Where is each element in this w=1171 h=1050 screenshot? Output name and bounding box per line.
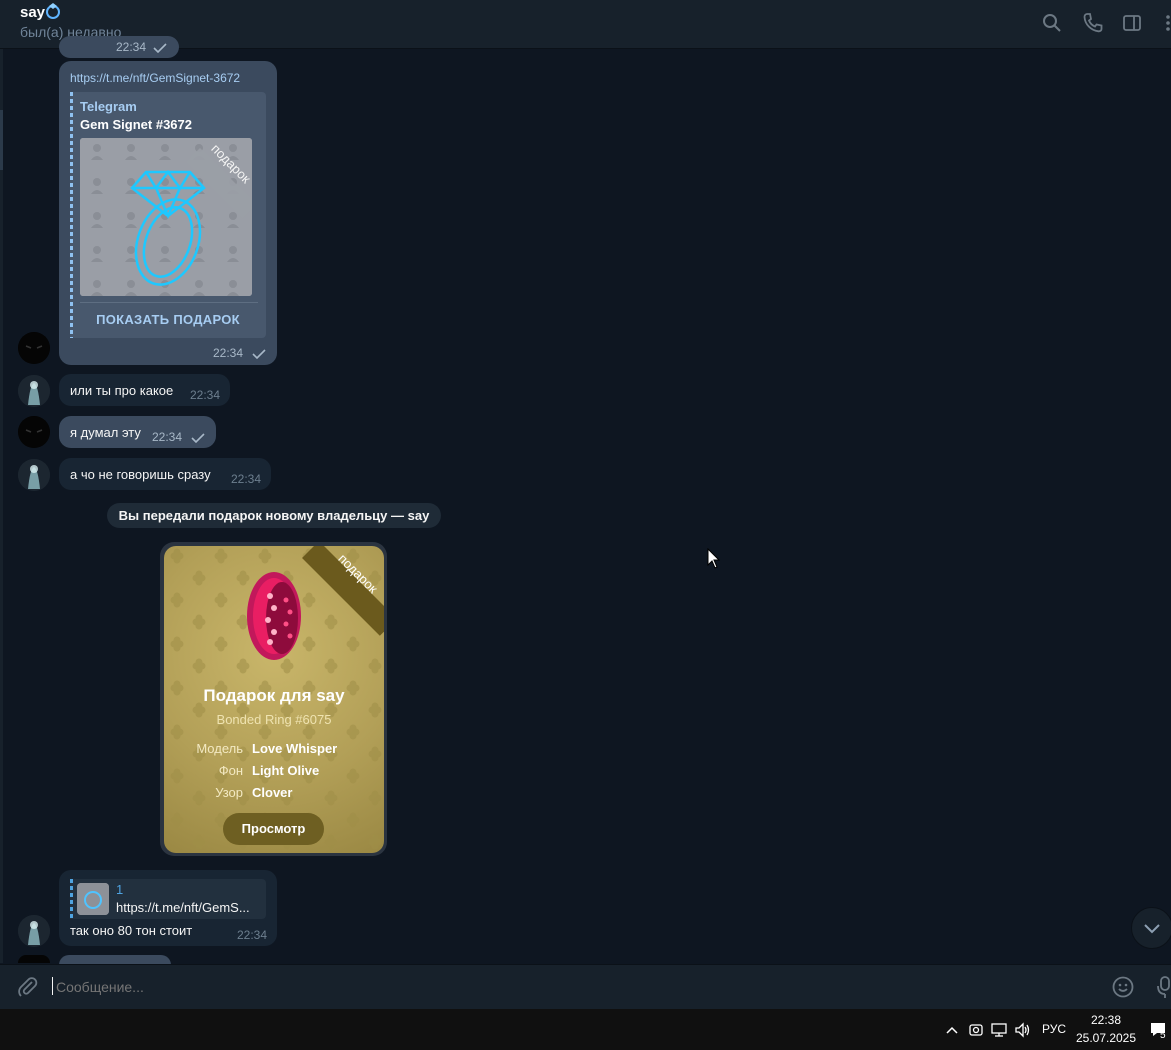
notification-count: 5 bbox=[1160, 1030, 1166, 1041]
ring-emoji-icon bbox=[46, 3, 60, 19]
avatar-image bbox=[18, 416, 50, 448]
message-time: 22:34 bbox=[116, 40, 147, 54]
avatar-image bbox=[18, 375, 50, 407]
phone-icon[interactable] bbox=[1081, 11, 1105, 35]
chevron-up-icon[interactable] bbox=[944, 1022, 960, 1038]
reply-snippet: https://t.me/nft/GemS... bbox=[116, 900, 250, 915]
read-check-icon bbox=[252, 349, 266, 359]
avatar[interactable] bbox=[18, 459, 50, 491]
message-text: так оно 80 тон стоит bbox=[70, 923, 193, 938]
left-panel-edge bbox=[0, 49, 3, 963]
mouse-cursor-icon bbox=[707, 548, 721, 569]
divider bbox=[80, 302, 258, 303]
clock-time[interactable]: 22:38 bbox=[1078, 1013, 1134, 1027]
avatar-image bbox=[18, 915, 50, 947]
attach-icon[interactable] bbox=[16, 975, 40, 999]
emoji-icon[interactable] bbox=[1111, 975, 1135, 999]
microphone-icon[interactable] bbox=[1153, 975, 1171, 999]
message-time: 22:34 bbox=[237, 928, 268, 942]
network-icon[interactable] bbox=[990, 1021, 1008, 1039]
avatar[interactable] bbox=[18, 375, 50, 407]
read-check-icon bbox=[153, 43, 167, 53]
clock-date[interactable]: 25.07.2025 bbox=[1074, 1031, 1138, 1045]
gift-attr-value-pattern: Clover bbox=[252, 785, 293, 800]
reply-thumbnail bbox=[77, 883, 109, 915]
scroll-down-button[interactable] bbox=[1131, 907, 1171, 949]
gift-attr-key-pattern: Узор bbox=[215, 785, 243, 800]
read-check-icon bbox=[191, 433, 205, 443]
search-icon[interactable] bbox=[1040, 11, 1064, 35]
input-language[interactable]: РУС bbox=[1042, 1022, 1066, 1036]
sidebar-toggle-icon[interactable] bbox=[1120, 11, 1144, 35]
bonded-ring-image bbox=[247, 572, 301, 660]
gift-attr-key-model: Модель bbox=[196, 741, 243, 756]
avatar[interactable] bbox=[18, 416, 50, 448]
gift-attr-value-backdrop: Light Olive bbox=[252, 763, 320, 778]
chevron-down-icon bbox=[1144, 924, 1160, 934]
view-gift-button[interactable]: Просмотр bbox=[223, 813, 324, 845]
reply-author: 1 bbox=[116, 882, 124, 897]
link-preview-title: Gem Signet #3672 bbox=[80, 117, 192, 132]
message-time: 22:34 bbox=[213, 346, 244, 360]
show-gift-button[interactable]: ПОКАЗАТЬ ПОДАРОК bbox=[70, 312, 266, 327]
service-message: Вы передали подарок новому владельцу — s… bbox=[107, 503, 441, 528]
avatar[interactable] bbox=[18, 332, 50, 364]
message-input[interactable] bbox=[52, 976, 1100, 998]
link-preview-site: Telegram bbox=[80, 99, 137, 114]
text-caret bbox=[52, 977, 53, 995]
left-panel-highlight bbox=[0, 110, 3, 170]
message-time: 22:34 bbox=[152, 430, 183, 444]
message-text: а чо не говоришь сразу bbox=[70, 467, 211, 482]
gift-title: Подарок для say bbox=[203, 686, 345, 705]
volume-icon[interactable] bbox=[1014, 1021, 1032, 1039]
message-time: 22:34 bbox=[231, 472, 262, 486]
meet-now-icon[interactable] bbox=[967, 1021, 985, 1039]
reply-accent bbox=[70, 879, 73, 919]
avatar-image bbox=[18, 332, 50, 364]
ring-thumbnail-icon bbox=[77, 883, 109, 915]
more-icon[interactable] bbox=[1156, 11, 1171, 35]
gift-attr-key-backdrop: Фон bbox=[218, 763, 243, 778]
gift-subtitle: Bonded Ring #6075 bbox=[216, 712, 332, 727]
chat-title[interactable]: say bbox=[20, 4, 45, 21]
avatar[interactable] bbox=[18, 915, 50, 947]
link-preview-accent bbox=[70, 92, 73, 338]
message-text: или ты про какое bbox=[70, 383, 174, 398]
avatar[interactable] bbox=[18, 955, 50, 963]
message-text: я думал эту bbox=[70, 425, 141, 440]
message-time: 22:34 bbox=[190, 388, 221, 402]
message-link[interactable]: https://t.me/nft/GemSignet-3672 bbox=[70, 71, 240, 85]
gift-attr-value-model: Love Whisper bbox=[252, 741, 338, 756]
avatar-image bbox=[18, 459, 50, 491]
